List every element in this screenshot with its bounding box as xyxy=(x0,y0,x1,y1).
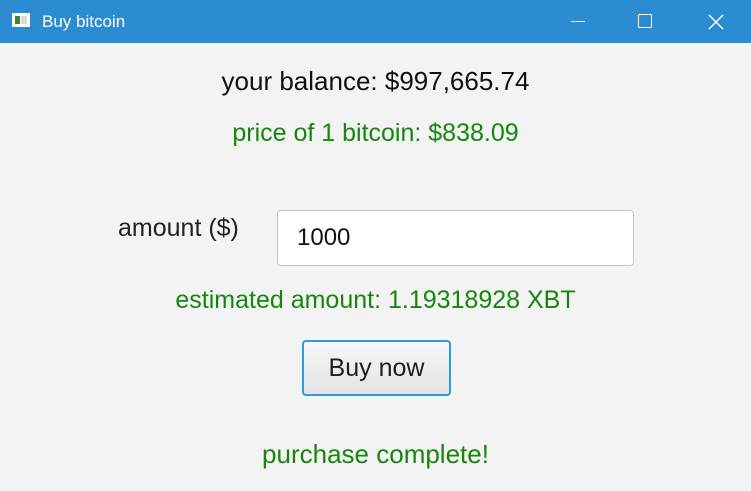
window-title: Buy bitcoin xyxy=(42,12,126,31)
app-window-icon xyxy=(12,13,30,27)
buy-now-button[interactable]: Buy now xyxy=(302,340,451,396)
estimated-amount-label: estimated amount: 1.19318928 XBT xyxy=(175,286,576,314)
price-label: price of 1 bitcoin: $838.09 xyxy=(232,119,519,147)
amount-label: amount ($) xyxy=(118,214,239,242)
maximize-icon xyxy=(638,14,652,28)
maximize-button[interactable] xyxy=(615,0,675,43)
minimize-icon xyxy=(571,21,585,22)
amount-input[interactable] xyxy=(277,210,634,266)
close-button[interactable] xyxy=(686,0,746,43)
balance-label: your balance: $997,665.74 xyxy=(221,66,530,96)
status-message: purchase complete! xyxy=(262,439,489,469)
main-content: your balance: $997,665.74 price of 1 bit… xyxy=(0,43,751,491)
title-bar[interactable]: Buy bitcoin xyxy=(0,0,751,43)
minimize-button[interactable] xyxy=(547,0,607,43)
close-icon xyxy=(708,14,724,30)
buy-bitcoin-window: Buy bitcoin your balance: $997,665.74 pr… xyxy=(0,0,751,491)
